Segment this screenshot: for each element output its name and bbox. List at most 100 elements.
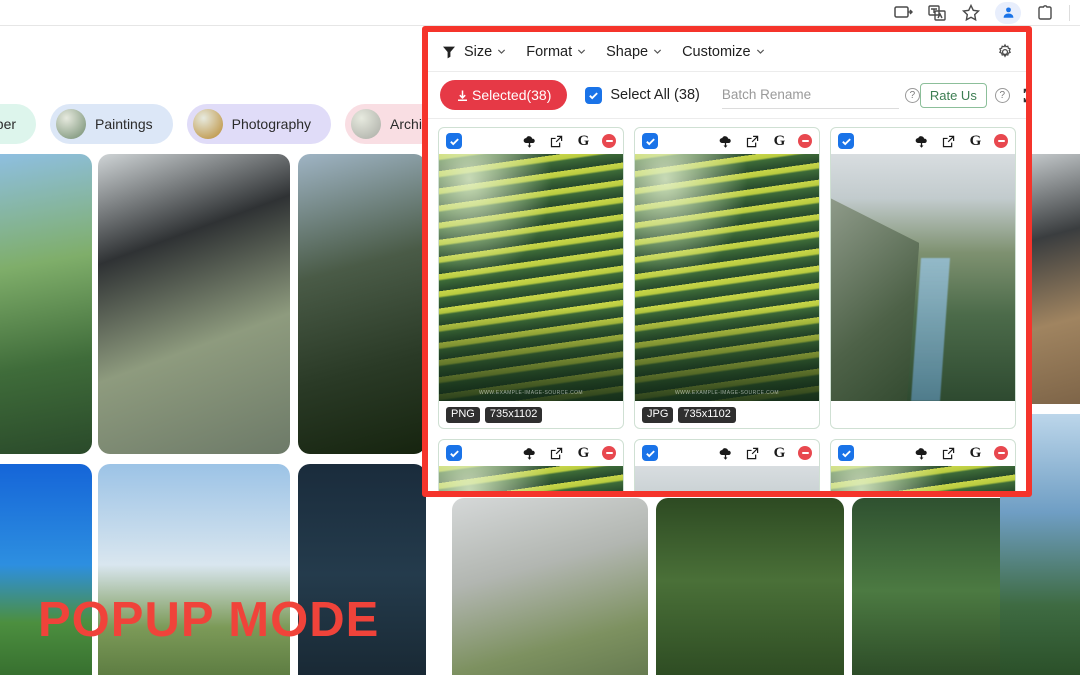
popup-action-bar: Selected(38) Select All (38) ? Rate Us ?: [428, 72, 1026, 119]
cloud-download-icon[interactable]: [717, 133, 734, 150]
image-card-thumbnail[interactable]: [831, 154, 1015, 401]
open-external-icon[interactable]: [940, 445, 957, 462]
select-all-control[interactable]: Select All (38): [585, 86, 700, 104]
menu-size-label: Size: [464, 43, 493, 60]
google-icon[interactable]: G: [967, 445, 984, 462]
menu-customize[interactable]: Customize: [682, 44, 765, 60]
dimensions-badge: 735x1102: [678, 406, 736, 423]
image-card-checkbox[interactable]: [838, 133, 854, 149]
remove-minus-icon[interactable]: [994, 134, 1008, 148]
bookmark-star-icon[interactable]: [961, 3, 981, 23]
image-card[interactable]: G WWW.EXAMPLE-IMAGE-SOURCE.COM JPG 735x1102: [634, 127, 820, 429]
open-external-icon[interactable]: [548, 445, 565, 462]
open-external-icon[interactable]: [744, 133, 761, 150]
chevron-down-icon: [653, 47, 662, 56]
rate-us-button[interactable]: Rate Us: [919, 82, 987, 108]
image-card-footer: JPG 735x1102: [635, 401, 819, 428]
image-card-thumbnail[interactable]: WWW.EXAMPLE-IMAGE-SOURCE.COM: [635, 154, 819, 401]
gallery-image-tile[interactable]: [98, 154, 290, 454]
open-external-icon[interactable]: [548, 133, 565, 150]
remove-minus-icon[interactable]: [798, 446, 812, 460]
image-card-header: G: [831, 440, 1015, 466]
download-icon: [456, 89, 469, 102]
cast-icon[interactable]: [893, 3, 913, 23]
image-card-checkbox[interactable]: [446, 133, 462, 149]
menu-shape-label: Shape: [606, 43, 649, 60]
remove-minus-icon[interactable]: [994, 446, 1008, 460]
category-chip[interactable]: Photography: [186, 104, 332, 144]
open-external-icon[interactable]: [940, 133, 957, 150]
category-chip[interactable]: aper: [0, 104, 37, 144]
cloud-download-icon[interactable]: [913, 445, 930, 462]
batch-rename-help-icon[interactable]: ?: [904, 87, 920, 103]
menu-format[interactable]: Format: [526, 44, 586, 60]
google-icon[interactable]: G: [575, 445, 592, 462]
gallery-image-tile[interactable]: [298, 464, 426, 675]
gear-icon[interactable]: [996, 43, 1014, 61]
remove-minus-icon[interactable]: [602, 446, 616, 460]
batch-rename-field[interactable]: [721, 81, 899, 109]
image-card-thumbnail[interactable]: [831, 466, 1015, 491]
cloud-download-icon[interactable]: [521, 445, 538, 462]
category-chip[interactable]: Paintings: [50, 104, 173, 144]
remove-minus-icon[interactable]: [798, 134, 812, 148]
image-card-checkbox[interactable]: [642, 133, 658, 149]
image-card[interactable]: G: [830, 127, 1016, 429]
google-icon[interactable]: G: [575, 133, 592, 150]
translate-icon[interactable]: [927, 3, 947, 23]
category-chip-label: Photography: [231, 116, 312, 132]
image-card-footer: PNG 735x1102: [439, 401, 623, 428]
gallery-image-tile[interactable]: [0, 464, 92, 675]
menu-format-label: Format: [526, 43, 573, 60]
image-card[interactable]: G: [634, 439, 820, 491]
expand-icon[interactable]: [1022, 87, 1026, 104]
image-card-checkbox[interactable]: [838, 445, 854, 461]
image-card[interactable]: G WWW.EXAMPLE-IMAGE-SOURCE.COM PNG 735x1102: [438, 127, 624, 429]
image-card-header: G: [831, 128, 1015, 154]
thumbnail-artwork: [439, 154, 623, 401]
download-selected-label: Selected(38): [472, 87, 552, 103]
thumbnail-artwork: [635, 154, 819, 401]
rate-help-icon[interactable]: ?: [994, 87, 1010, 103]
cloud-download-icon[interactable]: [521, 133, 538, 150]
chevron-down-icon: [577, 47, 586, 56]
gallery-image-tile[interactable]: [452, 498, 648, 675]
format-badge: PNG: [446, 406, 480, 423]
image-card[interactable]: G: [830, 439, 1016, 491]
google-icon[interactable]: G: [967, 133, 984, 150]
menu-size[interactable]: Size: [464, 44, 506, 60]
chevron-down-icon: [497, 47, 506, 56]
gallery-image-tile[interactable]: [298, 154, 426, 454]
cloud-download-icon[interactable]: [913, 133, 930, 150]
select-all-checkbox[interactable]: [585, 86, 603, 104]
image-card-header: G: [439, 440, 623, 466]
category-chip-label: aper: [0, 116, 17, 132]
gallery-image-tile[interactable]: [656, 498, 844, 675]
thumbnail-watermark: WWW.EXAMPLE-IMAGE-SOURCE.COM: [479, 390, 583, 396]
thumbnail-artwork: [439, 466, 623, 491]
image-card-checkbox[interactable]: [642, 445, 658, 461]
download-selected-button[interactable]: Selected(38): [440, 80, 568, 110]
browser-toolbar: [0, 0, 1080, 26]
image-card-thumbnail[interactable]: WWW.EXAMPLE-IMAGE-SOURCE.COM: [439, 154, 623, 401]
image-card-checkbox[interactable]: [446, 445, 462, 461]
category-chip-avatar: [56, 109, 87, 139]
cloud-download-icon[interactable]: [717, 445, 734, 462]
thumbnail-artwork: [635, 466, 819, 491]
image-card-thumbnail[interactable]: [635, 466, 819, 491]
batch-rename-input[interactable]: [721, 87, 899, 102]
category-chip-label: Paintings: [95, 116, 153, 132]
extensions-puzzle-icon[interactable]: [1035, 3, 1055, 23]
category-chip-avatar: [351, 109, 382, 139]
open-external-icon[interactable]: [744, 445, 761, 462]
image-card-thumbnail[interactable]: [439, 466, 623, 491]
google-icon[interactable]: G: [771, 445, 788, 462]
popup-filter-toolbar: Size Format Shape Customize: [428, 32, 1026, 72]
gallery-image-tile[interactable]: [0, 154, 92, 454]
remove-minus-icon[interactable]: [602, 134, 616, 148]
image-card[interactable]: G: [438, 439, 624, 491]
google-icon[interactable]: G: [771, 133, 788, 150]
gallery-image-tile[interactable]: [98, 464, 290, 675]
profile-avatar-icon[interactable]: [995, 1, 1021, 24]
menu-shape[interactable]: Shape: [606, 44, 662, 60]
